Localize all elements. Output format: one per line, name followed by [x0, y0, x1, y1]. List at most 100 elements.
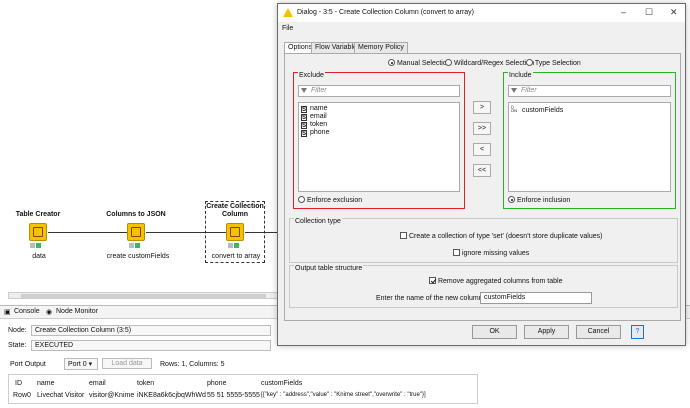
remove-columns-checkbox[interactable]: Remove aggregated columns from table — [429, 277, 562, 285]
dialog-titlebar[interactable]: Dialog - 3:5 - Create Collection Column … — [278, 4, 685, 22]
radio-button — [388, 59, 395, 66]
list-item-label: customFields — [522, 107, 564, 114]
output-structure-title: Output table structure — [294, 265, 364, 272]
table-cell: iNKE8a6k6cjbqWhWd — [137, 392, 206, 399]
string-type-icon: S — [301, 114, 307, 121]
warning-icon — [283, 8, 293, 17]
help-button[interactable]: ? — [631, 325, 644, 339]
include-list[interactable]: {} ON customFields — [508, 102, 671, 192]
table-cell: 55 51 5555-5555 — [207, 392, 260, 399]
list-item[interactable]: {} ON customFields — [511, 104, 564, 115]
radio-label: Enforce inclusion — [516, 197, 571, 204]
connection-wire — [48, 232, 127, 233]
list-item[interactable]: Semail — [301, 113, 327, 121]
port-output-label: Port Output — [10, 361, 46, 368]
include-filter-input[interactable]: Filter — [508, 85, 671, 97]
radio-button — [445, 59, 452, 66]
apply-button[interactable]: Apply — [524, 325, 569, 339]
exclude-filter-input[interactable]: Filter — [298, 85, 460, 97]
ok-button[interactable]: OK — [472, 325, 517, 339]
output-structure-section: Output table structure Remove aggregated… — [289, 265, 678, 308]
list-item-label: token — [310, 121, 328, 128]
filter-placeholder: Filter — [311, 87, 327, 94]
new-column-name-input[interactable]: customFields — [480, 292, 592, 304]
node-label-data[interactable]: data — [14, 253, 64, 260]
tab-node-monitor[interactable]: Node Monitor — [56, 308, 98, 315]
enforce-exclusion-radio[interactable]: Enforce exclusion — [298, 196, 362, 204]
columns-to-json-node-icon[interactable] — [127, 223, 145, 241]
rows-info: Rows: 1, Columns: 5 — [160, 361, 225, 368]
set-collection-checkbox[interactable]: Create a collection of type 'set' (doesn… — [400, 232, 602, 240]
table-creator-node-icon[interactable] — [29, 223, 47, 241]
node-title-create-collection-column: Create Collection Column — [206, 203, 264, 218]
checkbox-label: Remove aggregated columns from table — [437, 278, 563, 285]
list-item[interactable]: Stoken — [301, 121, 327, 129]
node-title-columns-to-json: Columns to JSON — [106, 211, 166, 218]
move-all-left-button[interactable]: << — [473, 164, 491, 177]
list-item[interactable]: Sname — [301, 105, 328, 113]
radio-wildcard-regex[interactable]: Wildcard/Regex Selection — [445, 59, 534, 67]
list-item[interactable]: Sphone — [301, 129, 329, 137]
filter-icon — [301, 88, 307, 93]
checkbox — [453, 249, 460, 256]
filter-icon — [511, 88, 517, 93]
options-panel: Manual Selection Wildcard/Regex Selectio… — [284, 53, 681, 321]
exclude-list[interactable]: Sname Semail Stoken Sphone — [298, 102, 460, 192]
radio-button — [526, 59, 533, 66]
json-icon — [131, 227, 141, 237]
enforce-inclusion-radio[interactable]: Enforce inclusion — [508, 196, 570, 204]
list-item-label: email — [310, 113, 327, 120]
connection-wire — [146, 232, 226, 233]
collection-type-section: Collection type Create a collection of t… — [289, 218, 678, 263]
table-cell: Row0 — [13, 392, 31, 399]
port-select-value: Port 0 — [68, 361, 87, 368]
string-type-icon: S — [301, 106, 307, 113]
move-left-button[interactable]: < — [473, 143, 491, 156]
node-label-convert-to-array[interactable]: convert to array — [206, 253, 266, 260]
radio-type-selection[interactable]: Type Selection — [526, 59, 581, 67]
canvas-horizontal-scrollbar[interactable] — [8, 292, 278, 299]
move-all-right-button[interactable]: >> — [473, 122, 491, 135]
string-type-icon: S — [301, 122, 307, 129]
json-type-icon: {} ON — [511, 104, 517, 113]
close-icon[interactable]: ✕ — [670, 7, 678, 18]
dialog-window: Dialog - 3:5 - Create Collection Column … — [277, 3, 686, 346]
radio-label: Enforce exclusion — [306, 197, 363, 204]
cancel-button[interactable]: Cancel — [576, 325, 621, 339]
node-status-lights — [30, 243, 46, 248]
menu-file[interactable]: File — [282, 25, 293, 32]
radio-manual-selection[interactable]: Manual Selection — [388, 59, 451, 67]
minimize-icon[interactable]: – — [621, 7, 626, 17]
table-icon — [33, 227, 43, 237]
col-header-name[interactable]: name — [37, 380, 55, 387]
node-label-create-customfields[interactable]: create customFields — [100, 253, 176, 260]
radio-label: Wildcard/Regex Selection — [453, 60, 535, 67]
collection-icon — [230, 227, 240, 237]
table-cell: visitor@Knime — [89, 392, 135, 399]
load-data-button[interactable]: Load data — [102, 358, 152, 369]
output-table: ID name email token phone customFields R… — [8, 374, 478, 404]
state-label: State: — [8, 342, 27, 349]
scrollbar-thumb[interactable] — [21, 294, 266, 298]
move-right-button[interactable]: > — [473, 101, 491, 114]
include-group: Include Filter {} ON customFields Enforce … — [503, 72, 676, 209]
col-header-token[interactable]: token — [137, 380, 154, 387]
tab-memory-policy[interactable]: Memory Policy — [354, 42, 408, 53]
tab-console[interactable]: Console — [14, 308, 40, 315]
maximize-icon[interactable]: ☐ — [645, 7, 653, 18]
node-status-lights — [129, 243, 145, 248]
list-item-label: phone — [310, 129, 330, 136]
checkbox-label: ignore missing values — [461, 250, 530, 257]
col-header-customfields[interactable]: customFields — [261, 380, 302, 387]
string-type-icon: S — [301, 130, 307, 137]
node-title-table-creator: Table Creator — [15, 211, 61, 218]
col-header-id[interactable]: ID — [15, 380, 22, 387]
col-header-phone[interactable]: phone — [207, 380, 226, 387]
create-collection-column-node-icon[interactable] — [226, 223, 244, 241]
port-select[interactable]: Port 0 ▾ — [64, 358, 98, 370]
ignore-missing-checkbox[interactable]: ignore missing values — [453, 249, 529, 257]
exclude-title: Exclude — [298, 72, 325, 79]
col-header-email[interactable]: email — [89, 380, 106, 387]
table-cell: [{"key" : "address","value" : "Knime str… — [261, 392, 426, 398]
node-value: Create Collection Column (3:5) — [31, 325, 271, 336]
